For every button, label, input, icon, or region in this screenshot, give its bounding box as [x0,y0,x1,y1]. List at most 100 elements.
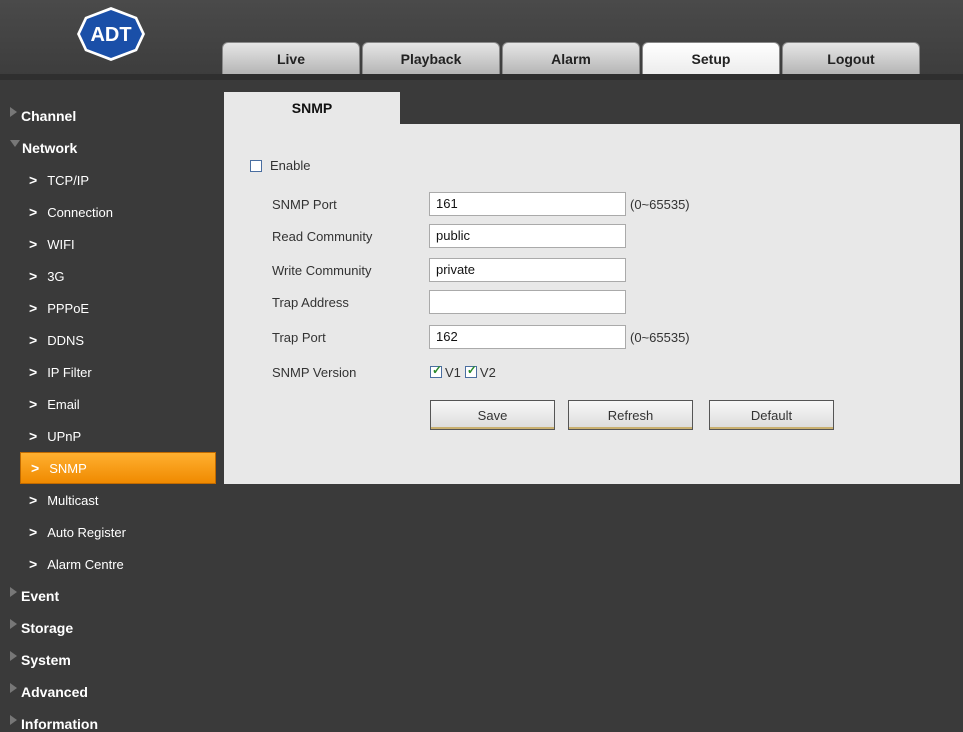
chevron-right-icon: > [29,172,38,188]
tab-playback[interactable]: Playback [362,42,500,74]
trap-port-input[interactable]: 162 [429,325,626,349]
sidebar-item-label: Connection [47,204,113,220]
save-button[interactable]: Save [430,400,555,430]
logo-text: ADT [90,24,131,46]
chevron-right-icon: > [29,236,38,252]
sidebar-item-ddns[interactable]: > DDNS [0,324,216,356]
refresh-button[interactable]: Refresh [568,400,693,430]
chevron-right-icon: > [29,524,38,540]
sidebar: Channel Network > TCP/IP > Connection > WIF… [0,100,220,732]
content-tab-snmp[interactable]: SNMP [224,92,400,124]
trap-port-row: Trap Port 162 (0~65535) [224,325,960,349]
trap-address-label: Trap Address [272,294,349,310]
sidebar-item-label: WIFI [47,236,75,252]
header-bar: ADT Live Playback Alarm Setup Logout [0,0,963,80]
tab-live[interactable]: Live [222,42,360,74]
write-community-row: Write Community private [224,258,960,282]
trap-port-label: Trap Port [272,329,326,345]
collapsed-triangle-icon [10,683,17,693]
chevron-right-icon: > [29,364,38,380]
sidebar-section-label: Event [21,588,60,604]
chevron-right-icon: > [29,204,38,220]
trap-address-row: Trap Address [224,290,960,314]
sidebar-item-label: TCP/IP [47,172,90,188]
tab-setup[interactable]: Setup [642,42,780,74]
chevron-right-icon: > [29,556,38,572]
default-button[interactable]: Default [709,400,834,430]
read-community-row: Read Community public [224,224,960,248]
expanded-triangle-icon [10,139,20,147]
sidebar-item-label: Auto Register [47,524,126,540]
trap-address-input[interactable] [429,290,626,314]
sidebar-item-ip-filter[interactable]: > IP Filter [0,356,216,388]
sidebar-item-snmp[interactable]: > SNMP [20,452,216,484]
sidebar-item-label: Email [47,396,80,412]
sidebar-item-label: Alarm Centre [47,556,124,572]
write-community-input[interactable]: private [429,258,626,282]
collapsed-triangle-icon [10,107,17,117]
sidebar-item-label: SNMP [49,460,87,476]
sidebar-section-storage[interactable]: Storage [0,612,220,644]
snmp-version-row: SNMP Version V1 V2 [224,360,960,384]
chevron-right-icon: > [31,460,40,476]
collapsed-triangle-icon [10,619,17,629]
snmp-version-options: V1 V2 [430,363,496,380]
sidebar-item-label: 3G [47,268,65,284]
write-community-label: Write Community [272,262,372,278]
sidebar-section-label: Network [22,140,78,156]
sidebar-item-email[interactable]: > Email [0,388,216,420]
sidebar-item-label: IP Filter [47,364,92,380]
sidebar-item-auto-register[interactable]: > Auto Register [0,516,216,548]
snmp-version-label: SNMP Version [272,364,357,380]
top-tabs: Live Playback Alarm Setup Logout [222,42,922,74]
sidebar-item-connection[interactable]: > Connection [0,196,216,228]
sidebar-section-event[interactable]: Event [0,580,220,612]
enable-checkbox[interactable] [250,159,262,172]
collapsed-triangle-icon [10,651,17,661]
sidebar-section-label: Advanced [21,684,88,700]
sidebar-item-pppoe[interactable]: > PPPoE [0,292,216,324]
sidebar-item-3g[interactable]: >3G [0,260,216,292]
chevron-right-icon: > [29,396,38,412]
sidebar-item-upnp[interactable]: > UPnP [0,420,216,452]
sidebar-item-multicast[interactable]: > Multicast [0,484,216,516]
sidebar-item-label: DDNS [47,332,85,348]
sidebar-item-wifi[interactable]: > WIFI [0,228,216,260]
sidebar-section-channel[interactable]: Channel [0,100,220,132]
sidebar-item-label: UPnP [47,428,82,444]
trap-port-range-hint: (0~65535) [630,329,690,345]
v2-checkbox[interactable] [464,363,477,378]
sidebar-section-label: Information [21,716,98,732]
v2-label: V2 [479,364,496,380]
snmp-settings-panel: Enable SNMP Port 161 (0~65535) Read Comm… [224,124,960,484]
v1-checkbox[interactable] [430,363,442,378]
snmp-port-range-hint: (0~65535) [630,196,690,212]
chevron-right-icon: > [29,300,38,316]
sidebar-item-alarm-centre[interactable]: > Alarm Centre [0,548,216,580]
tab-alarm[interactable]: Alarm [502,42,640,74]
v1-label: V1 [445,364,461,380]
header-divider [0,74,963,80]
sidebar-item-label: PPPoE [47,300,90,316]
chevron-right-icon: > [29,268,38,284]
chevron-right-icon: > [29,428,38,444]
read-community-input[interactable]: public [429,224,626,248]
sidebar-section-label: System [21,652,71,668]
enable-label: Enable [270,158,311,173]
sidebar-item-label: Multicast [47,492,99,508]
read-community-label: Read Community [272,228,373,244]
sidebar-section-label: Channel [21,108,77,124]
sidebar-section-system[interactable]: System [0,644,220,676]
sidebar-section-advanced[interactable]: Advanced [0,676,220,708]
snmp-port-label: SNMP Port [272,196,337,212]
collapsed-triangle-icon [10,715,17,725]
snmp-port-row: SNMP Port 161 (0~65535) [224,192,960,216]
snmp-port-input[interactable]: 161 [429,192,626,216]
adt-logo: ADT [77,7,145,61]
collapsed-triangle-icon [10,587,17,597]
sidebar-item-tcpip[interactable]: > TCP/IP [0,164,216,196]
sidebar-section-information[interactable]: Information [0,708,220,732]
tab-logout[interactable]: Logout [782,42,920,74]
chevron-right-icon: > [29,492,38,508]
sidebar-section-network[interactable]: Network [0,132,220,164]
